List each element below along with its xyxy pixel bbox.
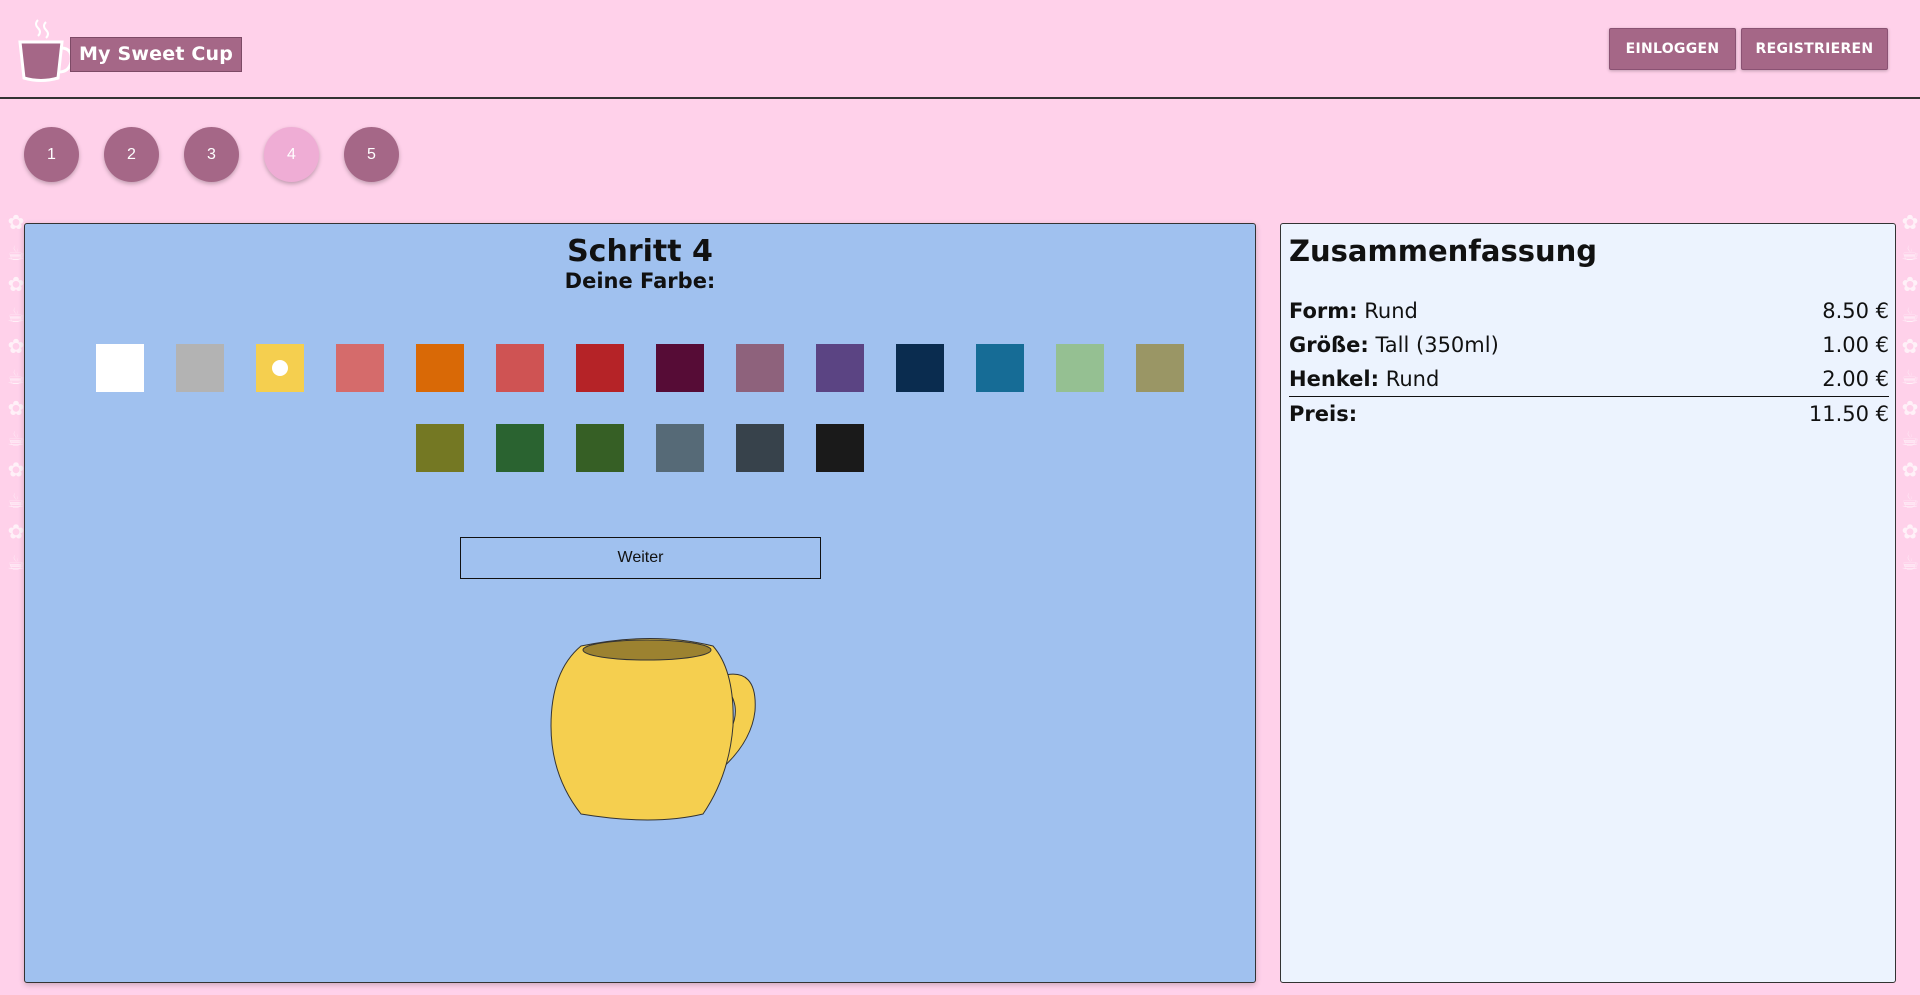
step-2-button[interactable]: 2 (104, 127, 159, 182)
color-swatch-4[interactable] (336, 344, 384, 392)
summary-row-size: Größe: Tall (350ml) 1.00 € (1289, 328, 1889, 362)
color-swatch-grid (25, 344, 1255, 472)
site-header: My Sweet Cup Einloggen Registrieren (0, 0, 1920, 99)
summary-value: Tall (350ml) (1375, 333, 1499, 357)
color-swatch-14[interactable] (1136, 344, 1184, 392)
summary-label: Größe: (1289, 333, 1369, 357)
total-label: Preis: (1289, 401, 1358, 426)
background-pattern-left: ✿ ☕ ✿ ☕ ✿ ☕ ✿ ☕ ✿ ☕ ✿ ☕ (4, 210, 26, 575)
color-swatch-5[interactable] (416, 344, 464, 392)
mug-preview (550, 638, 756, 821)
color-swatch-16[interactable] (496, 424, 544, 472)
summary-price: 2.00 € (1822, 367, 1889, 391)
color-swatch-9[interactable] (736, 344, 784, 392)
summary-title: Zusammenfassung (1289, 234, 1598, 268)
summary-list: Form: Rund 8.50 € Größe: Tall (350ml) 1.… (1289, 294, 1889, 430)
summary-label: Henkel: (1289, 367, 1380, 391)
summary-label: Form: (1289, 299, 1358, 323)
step-subtitle: Deine Farbe: (564, 269, 716, 293)
summary-value: Rund (1364, 299, 1418, 323)
background-pattern-right: ✿ ☕ ✿ ☕ ✿ ☕ ✿ ☕ ✿ ☕ ✿ ☕ (1898, 210, 1920, 575)
site-logo[interactable]: My Sweet Cup (14, 16, 243, 84)
register-button[interactable]: Registrieren (1741, 28, 1888, 70)
color-swatch-1[interactable] (96, 344, 144, 392)
summary-row-handle: Henkel: Rund 2.00 € (1289, 362, 1889, 396)
step-3-button[interactable]: 3 (184, 127, 239, 182)
step-5-button[interactable]: 5 (344, 127, 399, 182)
color-swatch-18[interactable] (656, 424, 704, 472)
color-swatch-6[interactable] (496, 344, 544, 392)
summary-price: 1.00 € (1822, 333, 1889, 357)
step-1-button[interactable]: 1 (24, 127, 79, 182)
summary-value: Rund (1385, 367, 1440, 391)
login-button[interactable]: Einloggen (1609, 28, 1736, 70)
step-navigation: 1 2 3 4 5 (24, 127, 399, 182)
summary-price: 8.50 € (1822, 299, 1889, 323)
logo-text: My Sweet Cup (70, 36, 243, 72)
color-swatch-3[interactable] (256, 344, 304, 392)
color-swatch-13[interactable] (1056, 344, 1104, 392)
color-swatch-8[interactable] (656, 344, 704, 392)
color-swatch-19[interactable] (736, 424, 784, 472)
total-price: 11.50 € (1808, 401, 1889, 426)
color-swatch-20[interactable] (816, 424, 864, 472)
color-swatch-17[interactable] (576, 424, 624, 472)
color-swatch-7[interactable] (576, 344, 624, 392)
color-swatch-10[interactable] (816, 344, 864, 392)
step-4-button[interactable]: 4 (264, 127, 319, 182)
summary-row-form: Form: Rund 8.50 € (1289, 294, 1889, 328)
cup-logo-icon (18, 19, 73, 82)
configurator-panel: Schritt 4 Deine Farbe: Weiter (24, 223, 1256, 983)
summary-row-total: Preis: 11.50 € (1289, 396, 1889, 430)
summary-panel: Zusammenfassung Form: Rund 8.50 € Größe:… (1280, 223, 1896, 983)
color-swatch-12[interactable] (976, 344, 1024, 392)
step-title: Schritt 4 (567, 234, 713, 269)
continue-button[interactable]: Weiter (460, 537, 821, 579)
color-swatch-11[interactable] (896, 344, 944, 392)
color-swatch-2[interactable] (176, 344, 224, 392)
color-swatch-15[interactable] (416, 424, 464, 472)
